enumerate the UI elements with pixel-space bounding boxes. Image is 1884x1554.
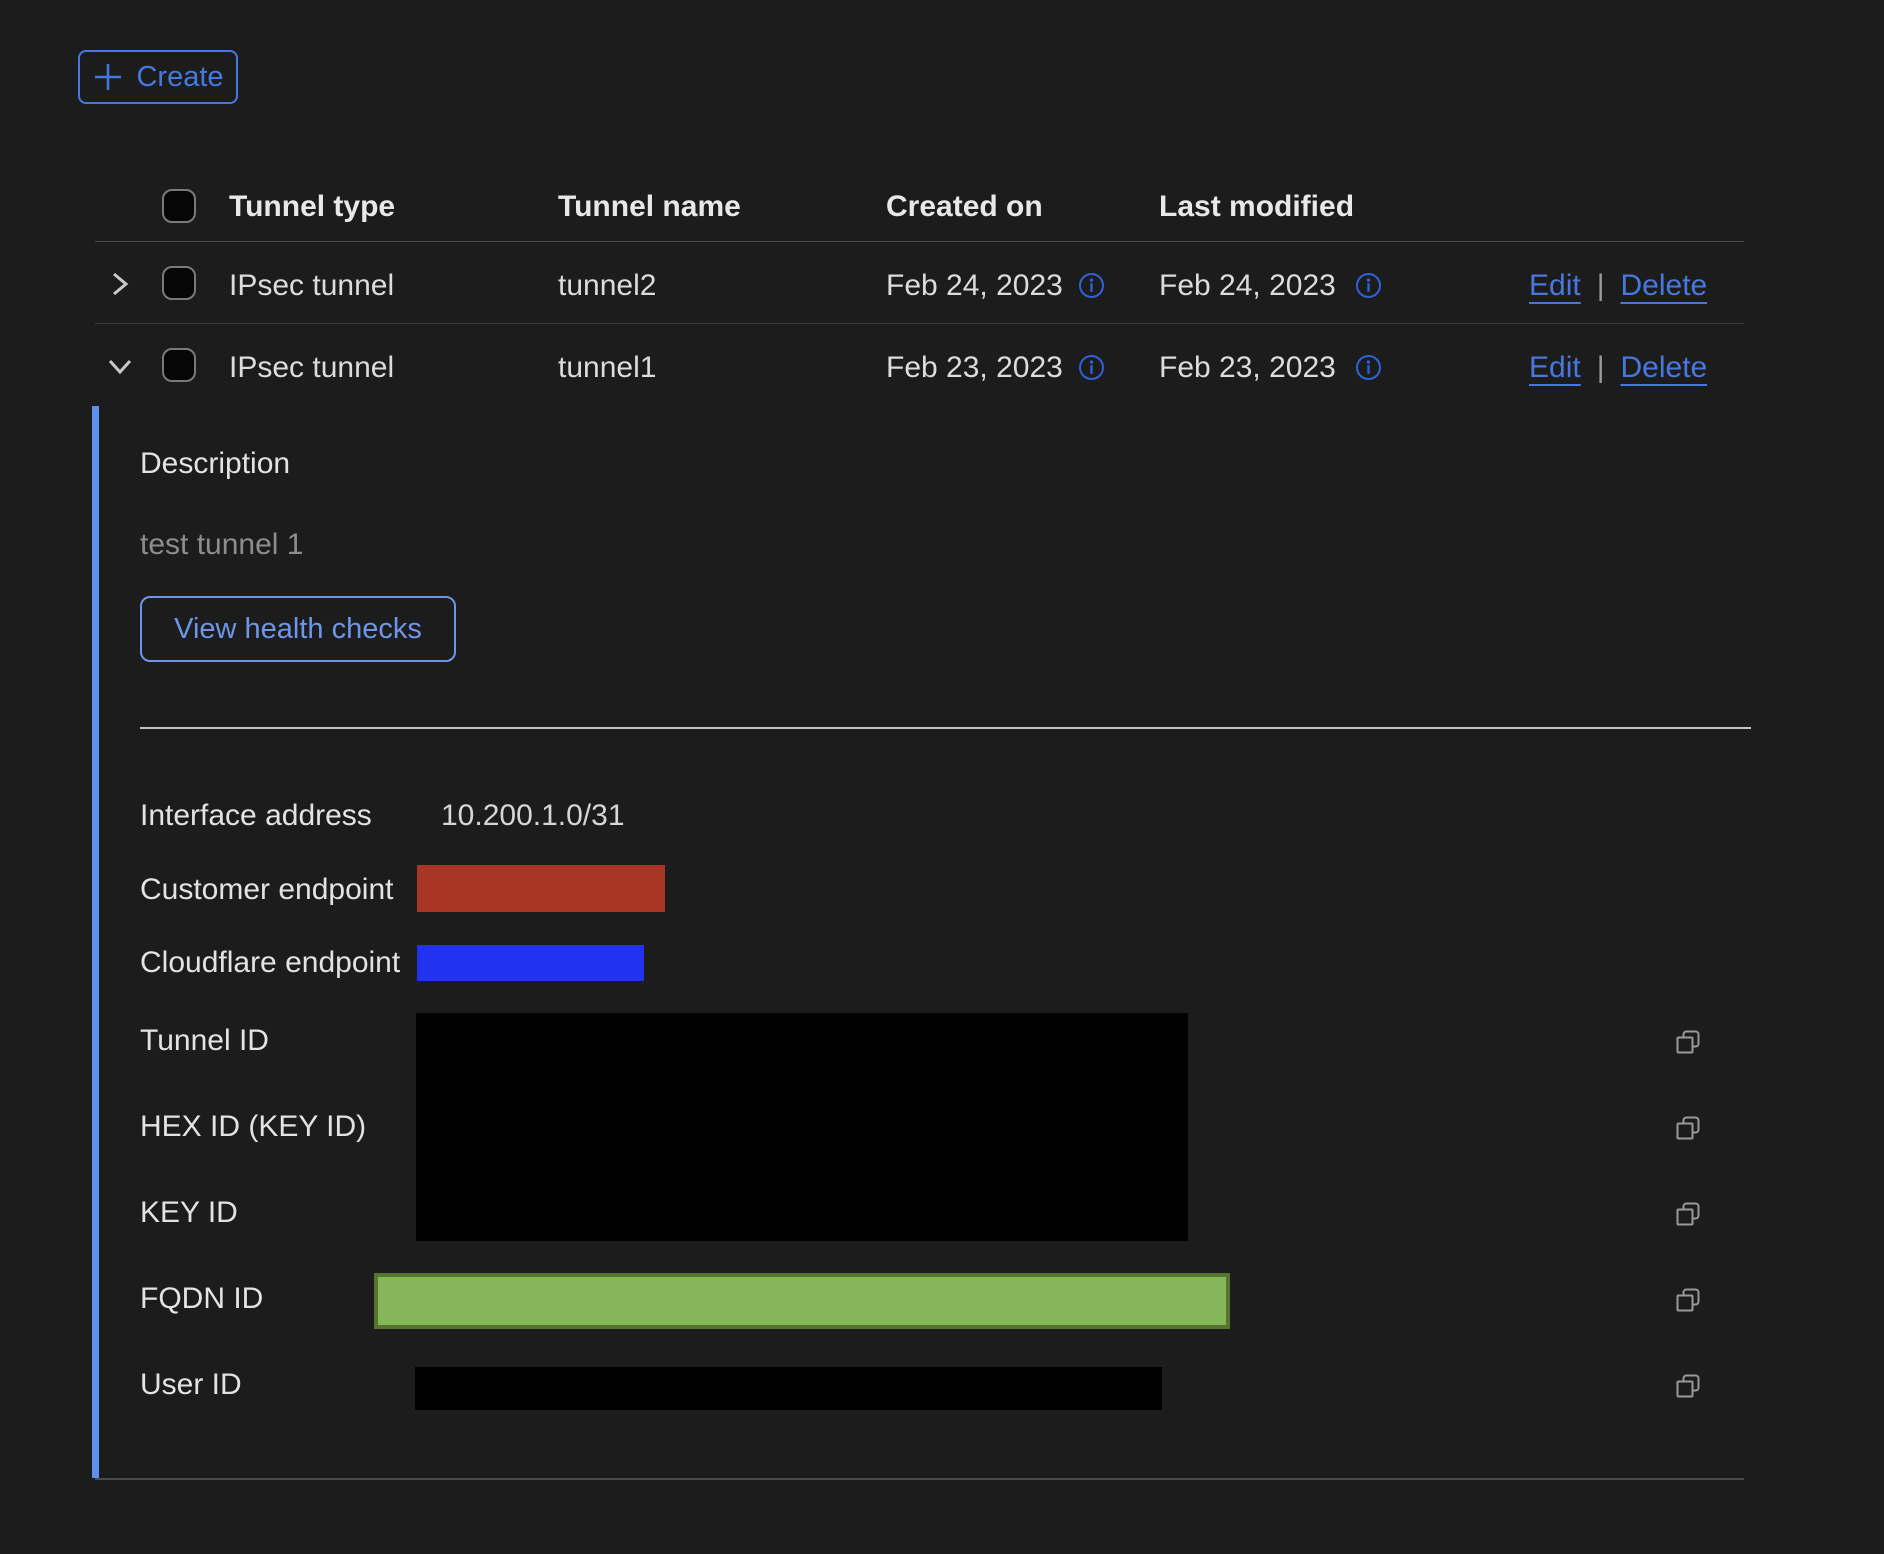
row-checkbox[interactable] bbox=[162, 348, 196, 382]
key-id-label: KEY ID bbox=[140, 1196, 238, 1230]
section-divider bbox=[140, 727, 1751, 729]
create-button[interactable]: Create bbox=[78, 50, 238, 104]
info-icon[interactable] bbox=[1078, 272, 1105, 299]
fqdn-id-label: FQDN ID bbox=[140, 1282, 263, 1316]
cloudflare-endpoint-label: Cloudflare endpoint bbox=[140, 946, 400, 980]
info-icon[interactable] bbox=[1078, 354, 1105, 381]
edit-link[interactable]: Edit bbox=[1529, 269, 1581, 303]
last-modified-value: Feb 24, 2023 bbox=[1159, 269, 1336, 303]
view-health-checks-button[interactable]: View health checks bbox=[140, 596, 456, 662]
fqdn-id-redaction bbox=[374, 1273, 1230, 1329]
tunnels-page: { "colors": { "background": "#1d1c1c", "… bbox=[0, 0, 1884, 1554]
tunnel-type-value: IPsec tunnel bbox=[229, 269, 394, 303]
col-last-modified: Last modified bbox=[1159, 190, 1354, 224]
tunnel-detail-panel: Description test tunnel 1 View health ch… bbox=[92, 406, 1744, 1478]
description-value: test tunnel 1 bbox=[140, 528, 303, 562]
tunnel-name-value: tunnel2 bbox=[558, 269, 656, 303]
interface-address-label: Interface address bbox=[140, 799, 372, 833]
hex-id-label: HEX ID (KEY ID) bbox=[140, 1110, 366, 1144]
copy-icon[interactable] bbox=[1673, 1199, 1703, 1229]
copy-icon[interactable] bbox=[1673, 1027, 1703, 1057]
created-on-value: Feb 23, 2023 bbox=[886, 351, 1063, 385]
delete-link[interactable]: Delete bbox=[1621, 351, 1708, 385]
actions-separator: | bbox=[1597, 269, 1605, 303]
user-id-redaction bbox=[415, 1367, 1162, 1410]
ids-redaction bbox=[416, 1013, 1188, 1241]
chevron-down-icon[interactable] bbox=[103, 353, 137, 379]
user-id-label: User ID bbox=[140, 1368, 242, 1402]
tunnel-type-value: IPsec tunnel bbox=[229, 351, 394, 385]
table-row: IPsec tunnel tunnel2 Feb 24, 2023 Feb 24… bbox=[95, 243, 1744, 324]
tunnel-name-value: tunnel1 bbox=[558, 351, 656, 385]
create-button-label: Create bbox=[136, 61, 223, 94]
customer-endpoint-label: Customer endpoint bbox=[140, 873, 393, 907]
plus-icon bbox=[92, 61, 124, 93]
col-tunnel-type: Tunnel type bbox=[229, 190, 395, 224]
copy-icon[interactable] bbox=[1673, 1371, 1703, 1401]
cloudflare-endpoint-redaction bbox=[417, 945, 644, 981]
table-header: Tunnel type Tunnel name Created on Last … bbox=[95, 150, 1744, 242]
created-on-value: Feb 24, 2023 bbox=[886, 269, 1063, 303]
col-created-on: Created on bbox=[886, 190, 1043, 224]
table-bottom-divider bbox=[95, 1478, 1744, 1480]
chevron-right-icon[interactable] bbox=[107, 268, 133, 300]
actions-separator: | bbox=[1597, 351, 1605, 385]
delete-link[interactable]: Delete bbox=[1621, 269, 1708, 303]
interface-address-value: 10.200.1.0/31 bbox=[441, 799, 625, 833]
info-icon[interactable] bbox=[1355, 354, 1382, 381]
last-modified-value: Feb 23, 2023 bbox=[1159, 351, 1336, 385]
edit-link[interactable]: Edit bbox=[1529, 351, 1581, 385]
copy-icon[interactable] bbox=[1673, 1113, 1703, 1143]
tunnel-id-label: Tunnel ID bbox=[140, 1024, 269, 1058]
select-all-checkbox[interactable] bbox=[162, 189, 196, 223]
col-tunnel-name: Tunnel name bbox=[558, 190, 741, 224]
customer-endpoint-redaction bbox=[417, 865, 665, 912]
table-row-expanded: IPsec tunnel tunnel1 Feb 23, 2023 Feb 23… bbox=[95, 325, 1744, 406]
info-icon[interactable] bbox=[1355, 272, 1382, 299]
description-label: Description bbox=[140, 447, 290, 481]
copy-icon[interactable] bbox=[1673, 1285, 1703, 1315]
row-checkbox[interactable] bbox=[162, 266, 196, 300]
